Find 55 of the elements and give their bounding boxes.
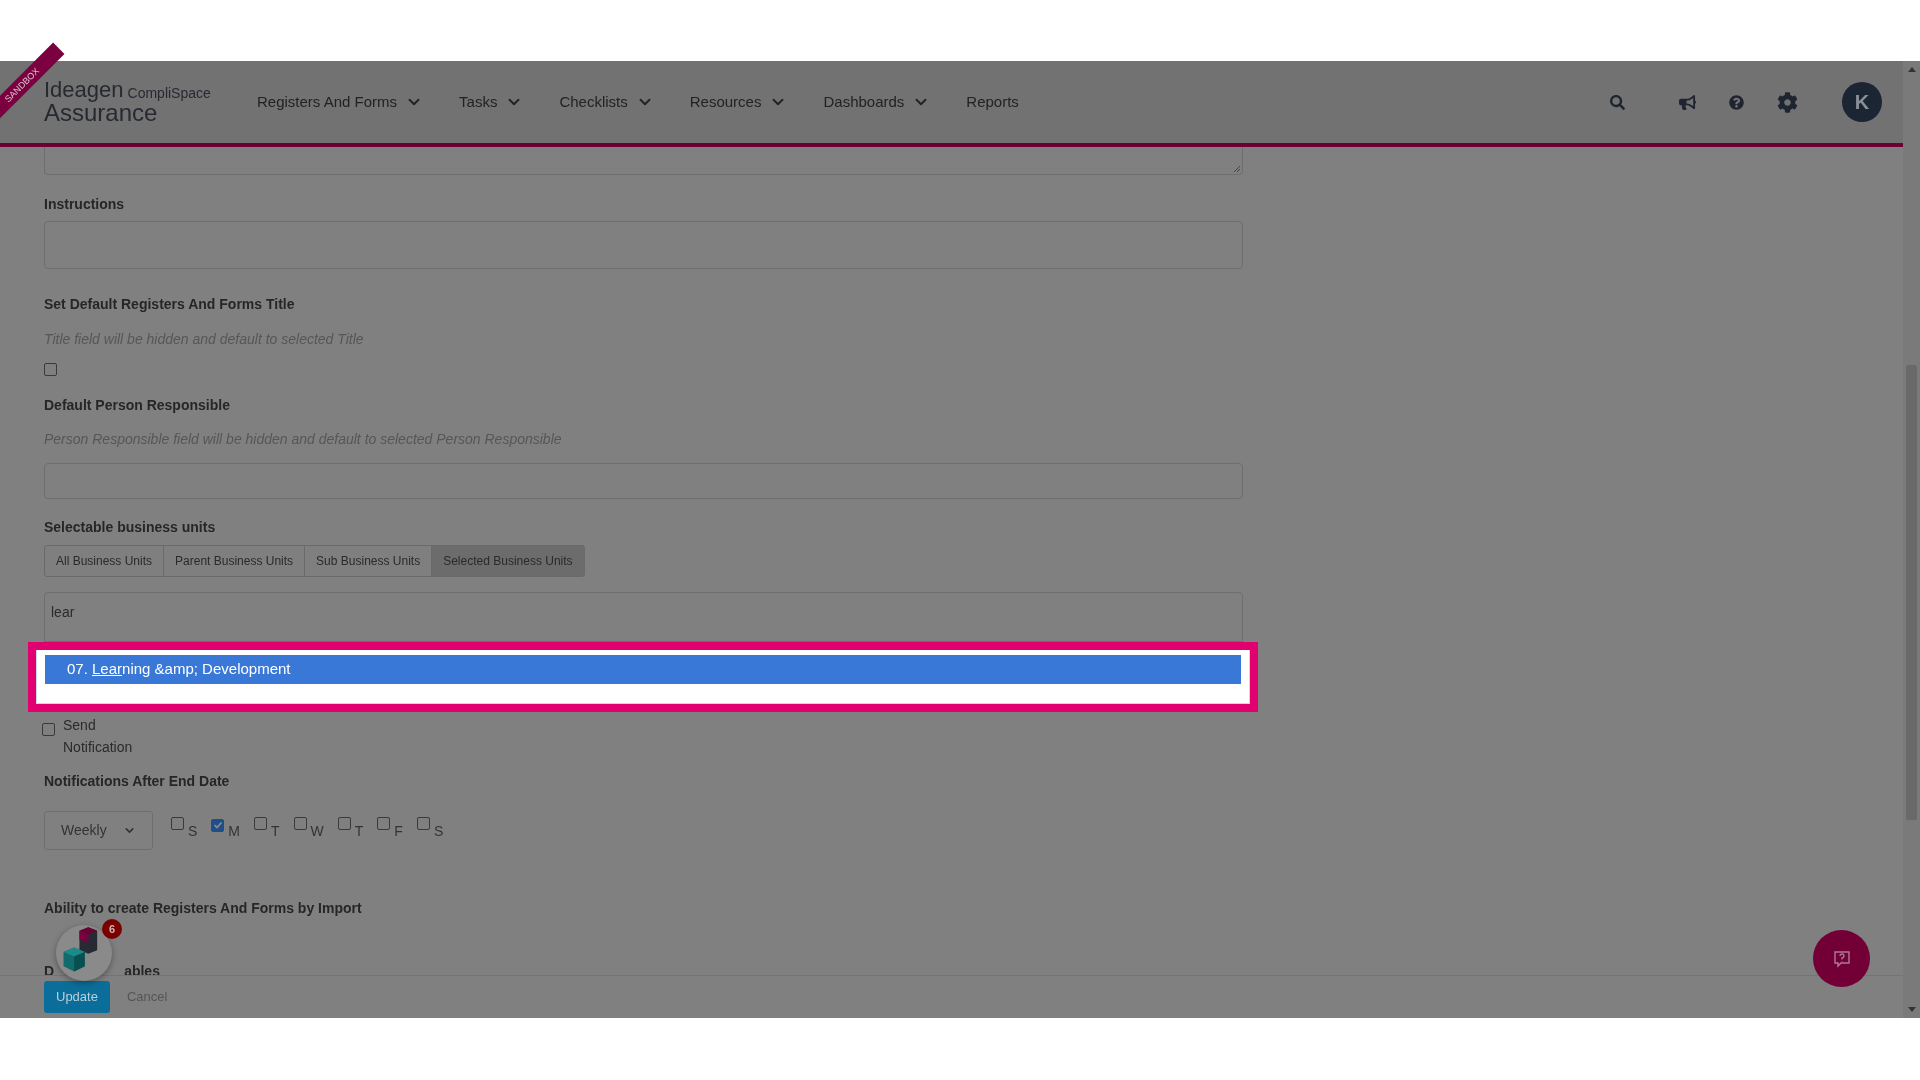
checkbox[interactable]: [42, 723, 55, 736]
field-label: Ability to create Registers And Forms by Import: [44, 899, 362, 917]
settings-icon[interactable]: [1777, 91, 1798, 113]
day-label: W: [310, 822, 324, 841]
field-label: Notifications After End Date: [44, 772, 230, 790]
day-checkbox[interactable]: [416, 817, 430, 830]
segment-tab[interactable]: Selected Business Units: [431, 545, 585, 577]
search-icon[interactable]: [1610, 94, 1625, 110]
nav-menu-item[interactable]: Resources: [689, 90, 788, 114]
nav-menu-item[interactable]: Reports: [966, 90, 1019, 114]
day-checkbox[interactable]: [337, 817, 351, 830]
field-label: Instructions: [44, 195, 126, 213]
day-label: S: [433, 822, 444, 841]
help-icon[interactable]: [1729, 94, 1744, 110]
day-checkbox[interactable]: [171, 817, 184, 830]
checkbox[interactable]: [44, 363, 57, 376]
nav-menu-item[interactable]: Checklists: [559, 90, 654, 114]
megaphone-icon[interactable]: [1679, 93, 1696, 111]
segment-tab[interactable]: Parent Business Units: [163, 545, 306, 577]
nav-menu-item[interactable]: Tasks: [459, 90, 524, 114]
logo-brand: Ideagen: [44, 79, 124, 101]
scroll-down-icon[interactable]: [1907, 1007, 1916, 1012]
day-label: S: [188, 822, 198, 841]
update-button[interactable]: Update: [44, 981, 110, 1013]
day-label: M: [228, 822, 240, 841]
user-avatar[interactable]: K: [1842, 82, 1882, 122]
day-checkbox[interactable]: [211, 818, 225, 832]
resize-handle-icon[interactable]: [1233, 165, 1241, 173]
business-unit-search-field[interactable]: lear: [44, 592, 1243, 642]
checkbox-label: Send: [63, 716, 97, 735]
chat-question-icon: [1832, 949, 1851, 968]
logo-subtitle: CompliSpace: [127, 86, 211, 100]
day-label: F: [394, 822, 403, 841]
day-label: T: [271, 822, 280, 841]
segment-tab[interactable]: Sub Business Units: [304, 545, 433, 577]
nav-menu-item[interactable]: Dashboards: [823, 90, 931, 114]
logo[interactable]: Ideagen CompliSpace Assurance: [44, 79, 257, 125]
notification-badge: 6: [102, 919, 122, 939]
nav-menu-item[interactable]: Registers And Forms: [257, 90, 424, 114]
field-label: Set Default Registers And Forms Title: [44, 295, 296, 313]
field-label: Selectable business units: [44, 518, 217, 536]
day-checkbox[interactable]: [254, 817, 267, 830]
segment-tab[interactable]: All Business Units: [44, 545, 165, 577]
textarea-field[interactable]: [44, 147, 1243, 175]
field-label: Default Person Responsible: [44, 396, 231, 414]
checkbox-label: Notification: [63, 738, 133, 757]
scroll-up-icon[interactable]: [1907, 67, 1916, 72]
day-checkbox[interactable]: [377, 817, 391, 830]
logo-product: Assurance: [44, 101, 158, 125]
day-label: T: [354, 822, 364, 841]
dropdown-option[interactable]: 07. Learning &amp; Development: [45, 655, 1241, 684]
day-checkbox[interactable]: [293, 817, 307, 830]
scrollbar[interactable]: [1903, 61, 1920, 1018]
frequency-select[interactable]: Weekly: [44, 811, 153, 850]
help-chat-button[interactable]: [1813, 930, 1870, 987]
